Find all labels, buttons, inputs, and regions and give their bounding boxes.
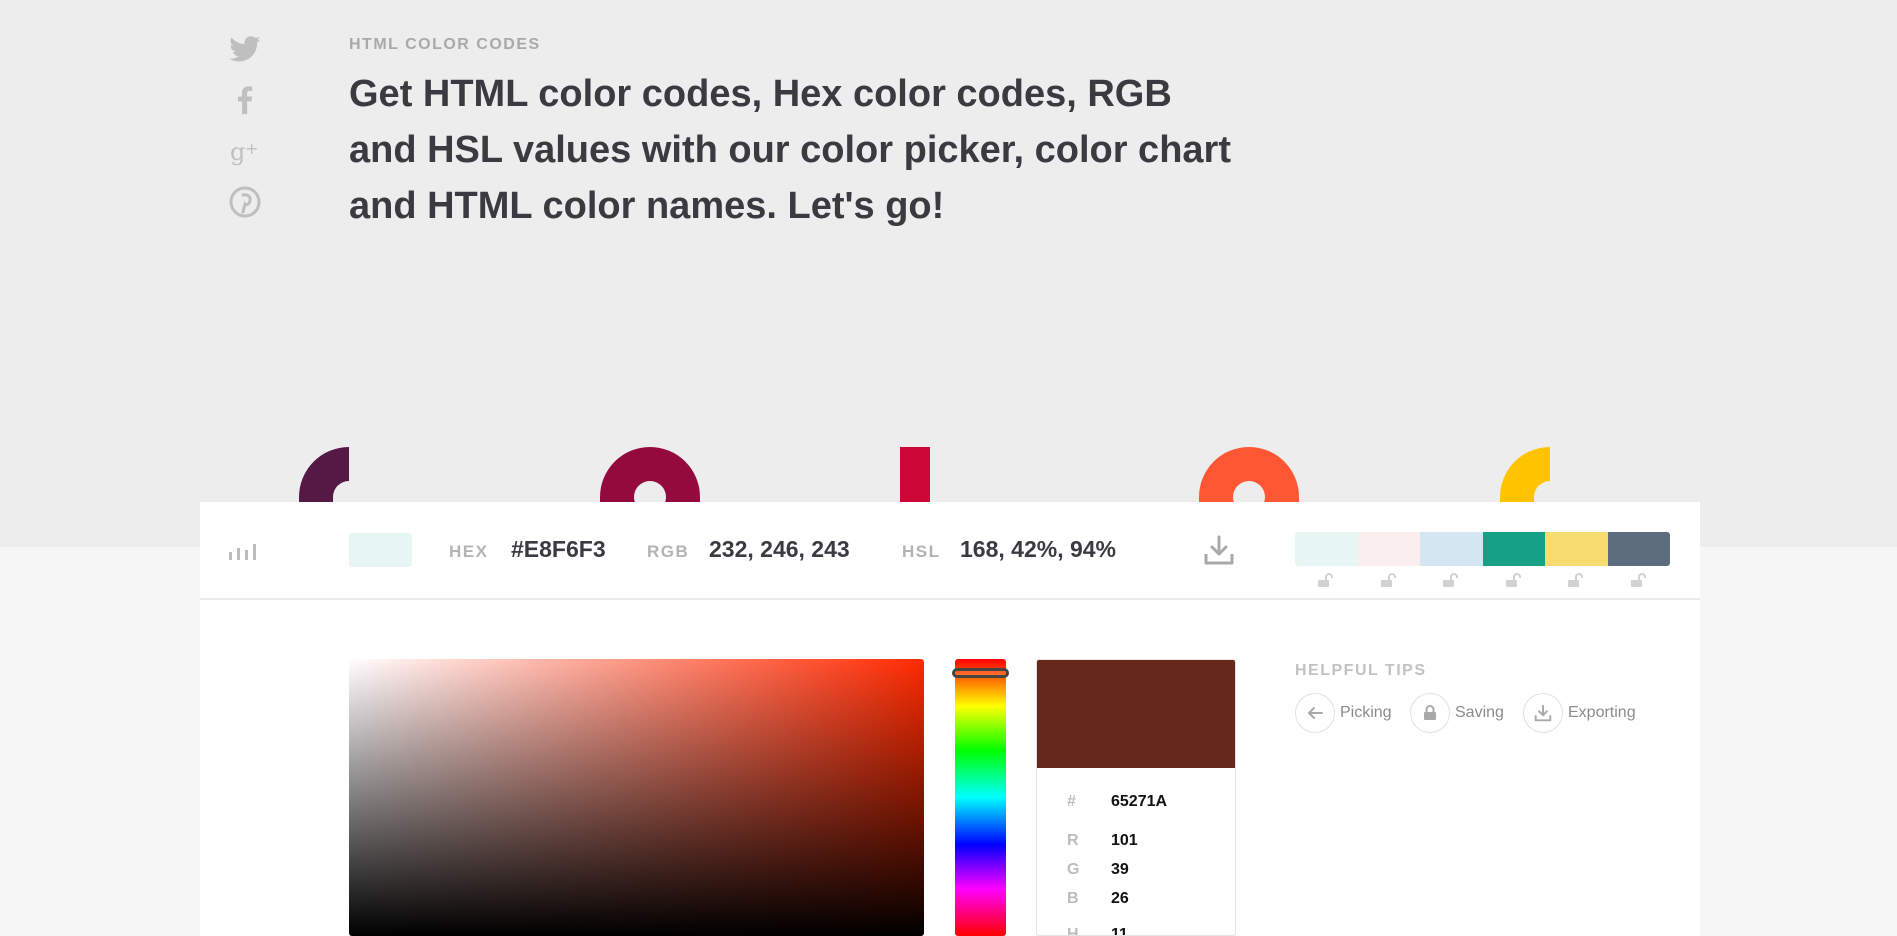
decorative-arc-1 [299,447,349,502]
unlock-icon[interactable] [1505,572,1523,588]
hex-symbol: # [1067,793,1076,810]
svg-text:g: g [230,138,245,166]
blue-label: B [1067,890,1079,907]
palette-swatch[interactable] [1357,532,1420,566]
unlock-icon[interactable] [1380,572,1398,588]
color-palette [1295,532,1670,566]
pinterest-icon[interactable] [228,185,262,219]
palette-swatch[interactable] [1420,532,1483,566]
twitter-icon[interactable] [228,32,262,66]
hero-section: g + HTML COLOR CODES Get HTML color codes… [0,0,1897,547]
red-label: R [1067,832,1079,849]
arrow-left-icon [1295,693,1335,733]
green-label: G [1067,861,1080,878]
palette-locks [1295,572,1670,592]
rgb-label: RGB [647,542,690,561]
tip-label: Picking [1340,704,1392,721]
color-toolbar: HEX #E8F6F3 RGB 232, 246, 243 HSL 168, 4… [200,502,1700,600]
social-links: g + [228,32,262,236]
hsl-value[interactable]: 168, 42%, 94% [960,536,1116,563]
blue-value[interactable]: 26 [1111,890,1129,908]
unlock-icon[interactable] [1567,572,1585,588]
rgb-value[interactable]: 232, 246, 243 [709,536,850,563]
hsl-label: HSL [902,542,941,561]
unlock-icon[interactable] [1630,572,1648,588]
palette-swatch[interactable] [1482,532,1545,566]
green-value[interactable]: 39 [1111,861,1129,879]
palette-swatch[interactable] [1607,532,1670,566]
selected-hex-value[interactable]: 65271A [1111,793,1167,811]
tip-saving[interactable]: Saving [1410,692,1504,734]
tip-picking[interactable]: Picking [1295,692,1392,734]
tip-label: Exporting [1568,704,1636,721]
helpful-tips-title: HELPFUL TIPS [1295,662,1427,679]
bar-chart-icon[interactable] [228,540,260,560]
decorative-bar [900,447,930,502]
selected-color-card: # 65271A R 101 G 39 B 26 H 11 [1036,659,1236,936]
decorative-ring-2 [1199,447,1299,502]
saturation-value-picker[interactable] [349,659,924,936]
hex-label: HEX [449,542,489,561]
download-icon[interactable] [1203,534,1235,566]
svg-text:+: + [245,139,258,158]
tip-exporting[interactable]: Exporting [1523,692,1636,734]
tip-label: Saving [1455,704,1504,721]
current-color-swatch[interactable] [349,533,412,567]
lock-icon [1410,693,1450,733]
color-picker-panel: HEX #E8F6F3 RGB 232, 246, 243 HSL 168, 4… [200,502,1700,936]
page-kicker: HTML COLOR CODES [349,36,541,53]
facebook-icon[interactable] [228,83,262,117]
unlock-icon[interactable] [1317,572,1335,588]
hex-value[interactable]: #E8F6F3 [511,536,606,563]
hue-slider[interactable] [955,659,1006,936]
decorative-ring-1 [600,447,700,502]
download-icon [1523,693,1563,733]
unlock-icon[interactable] [1442,572,1460,588]
google-plus-icon[interactable]: g + [228,134,262,168]
hue-value[interactable]: 11 [1111,926,1128,935]
hue-slider-handle[interactable] [952,668,1009,678]
decorative-arc-2 [1500,447,1550,502]
selected-color-preview [1037,660,1235,768]
red-value[interactable]: 101 [1111,832,1138,850]
page-headline: Get HTML color codes, Hex color codes, R… [349,73,1231,227]
palette-swatch[interactable] [1295,532,1358,566]
palette-swatch[interactable] [1545,532,1608,566]
hue-label: H [1067,926,1079,936]
